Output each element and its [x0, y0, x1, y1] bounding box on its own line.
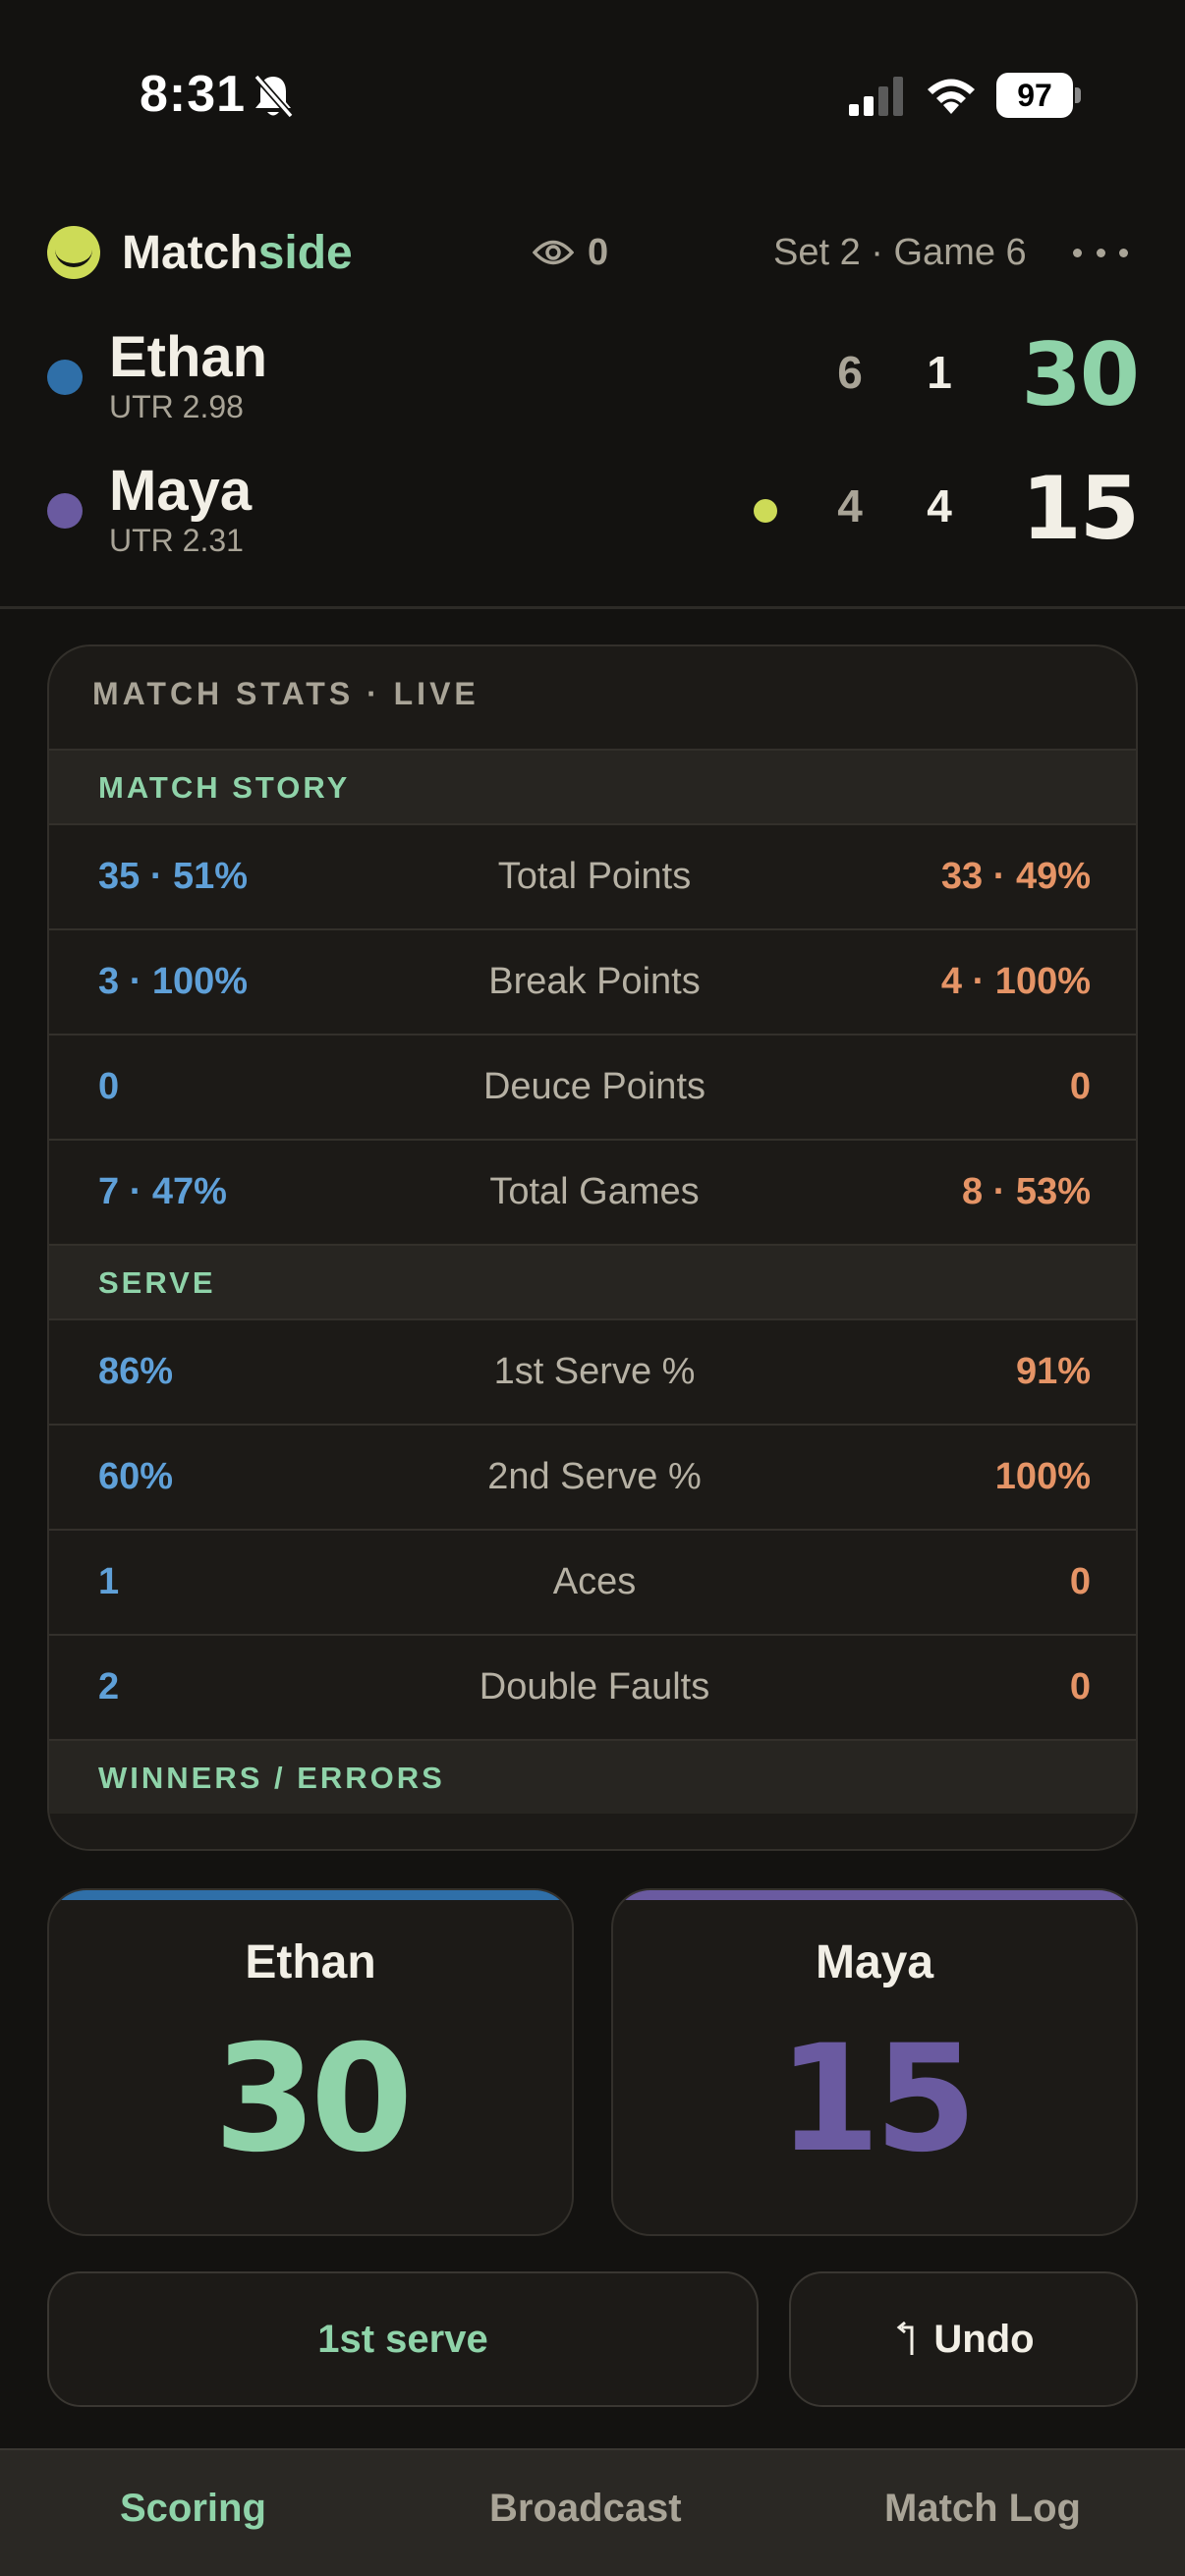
- stat-row: 0 Deuce Points 0: [49, 1034, 1136, 1139]
- section-header-winners-errors: WINNERS / ERRORS: [49, 1739, 1136, 1814]
- stat-row: 35 · 51% Total Points 33 · 49%: [49, 823, 1136, 928]
- brand: Matchside: [47, 224, 353, 281]
- tennis-ball-icon: [47, 226, 100, 279]
- brand-name: Matchside: [122, 226, 353, 279]
- tab-broadcast[interactable]: Broadcast: [489, 2450, 682, 2566]
- player-row-maya: Maya UTR 2.31 4 4 15: [0, 458, 1185, 566]
- point-button-maya[interactable]: Maya 15: [611, 1888, 1138, 2236]
- player-name: Ethan: [109, 325, 268, 389]
- serving-indicator: [754, 499, 777, 523]
- undo-label: Undo: [933, 2317, 1035, 2361]
- dot-icon: [1119, 248, 1128, 257]
- stats-scroll-continuation: [49, 1831, 1136, 1849]
- player-color-bar: [49, 1890, 572, 1900]
- status-bar: 8:31 97: [0, 0, 1185, 196]
- stat-row: 7 · 47% Total Games 8 · 53%: [49, 1139, 1136, 1244]
- stats-title: MATCH STATS · LIVE: [92, 676, 480, 711]
- stat-label: 1st Serve %: [493, 1351, 696, 1392]
- stat-right-value: 0: [1069, 1666, 1091, 1708]
- bell-muted-icon: [254, 74, 294, 119]
- signal-icon: [849, 77, 903, 116]
- divider: [0, 606, 1185, 609]
- stat-right-value: 8 · 53%: [962, 1171, 1091, 1212]
- viewer-count-value: 0: [588, 231, 609, 273]
- score-card-name: Maya: [815, 1936, 934, 1988]
- status-time: 8:31: [140, 66, 247, 123]
- player-color-dot: [47, 360, 83, 395]
- dot-icon: [1073, 248, 1082, 257]
- player-row-ethan: Ethan UTR 2.98 6 1 30: [0, 324, 1185, 432]
- game-points: 15: [1021, 458, 1140, 559]
- stat-right-value: 33 · 49%: [940, 856, 1091, 897]
- stat-label: 2nd Serve %: [487, 1456, 702, 1497]
- bottom-tab-bar: Scoring Broadcast Match Log: [0, 2448, 1185, 2576]
- stat-right-value: 4 · 100%: [940, 961, 1091, 1002]
- battery-icon: 97: [996, 73, 1081, 118]
- stat-row: 1 Aces 0: [49, 1529, 1136, 1634]
- score-card-points: 15: [777, 2014, 978, 2185]
- more-options-button[interactable]: [1073, 231, 1128, 274]
- tab-match-log[interactable]: Match Log: [884, 2450, 1081, 2566]
- set-score-2: 1: [927, 347, 952, 398]
- tab-scoring[interactable]: Scoring: [120, 2450, 266, 2566]
- dot-icon: [1096, 248, 1105, 257]
- set-score-1: 4: [837, 480, 863, 532]
- battery-level: 97: [996, 73, 1073, 118]
- set-score-1: 6: [837, 347, 863, 398]
- set-game-info: Set 2 · Game 6: [773, 232, 1027, 273]
- wifi-icon: [928, 79, 975, 114]
- section-header-match-story: MATCH STORY: [49, 749, 1136, 823]
- point-button-ethan[interactable]: Ethan 30: [47, 1888, 574, 2236]
- first-serve-button[interactable]: 1st serve: [47, 2271, 759, 2407]
- score-card-points: 30: [213, 2014, 414, 2185]
- section-header-serve: SERVE: [49, 1244, 1136, 1318]
- stat-right-value: 0: [1069, 1066, 1091, 1107]
- stat-label: Deuce Points: [482, 1066, 705, 1107]
- game-points: 30: [1021, 324, 1140, 425]
- match-stats-card[interactable]: MATCH STATS · LIVE MATCH STORY 35 · 51% …: [47, 644, 1138, 1851]
- player-utr: UTR 2.31: [109, 523, 244, 558]
- player-utr: UTR 2.98: [109, 389, 244, 424]
- player-name: Maya: [109, 459, 253, 523]
- stat-row: 3 · 100% Break Points 4 · 100%: [49, 928, 1136, 1034]
- undo-icon: [897, 2322, 914, 2355]
- eye-icon: [533, 240, 574, 265]
- stat-row: 86% 1st Serve % 91%: [49, 1318, 1136, 1424]
- score-card-name: Ethan: [245, 1936, 376, 1988]
- stat-right-value: 0: [1069, 1561, 1091, 1602]
- stat-label: Aces: [552, 1561, 637, 1602]
- first-serve-label: 1st serve: [317, 2317, 488, 2361]
- stat-row: 2 Double Faults 0: [49, 1634, 1136, 1739]
- stat-label: Double Faults: [479, 1666, 710, 1708]
- stat-right-value: 91%: [1015, 1351, 1091, 1392]
- undo-button[interactable]: Undo: [789, 2271, 1138, 2407]
- player-color-dot: [47, 493, 83, 529]
- stat-row: 60% 2nd Serve % 100%: [49, 1424, 1136, 1529]
- set-score-2: 4: [927, 480, 952, 532]
- viewer-count[interactable]: 0: [533, 228, 608, 277]
- player-color-bar: [613, 1890, 1136, 1900]
- stat-right-value: 100%: [994, 1456, 1091, 1497]
